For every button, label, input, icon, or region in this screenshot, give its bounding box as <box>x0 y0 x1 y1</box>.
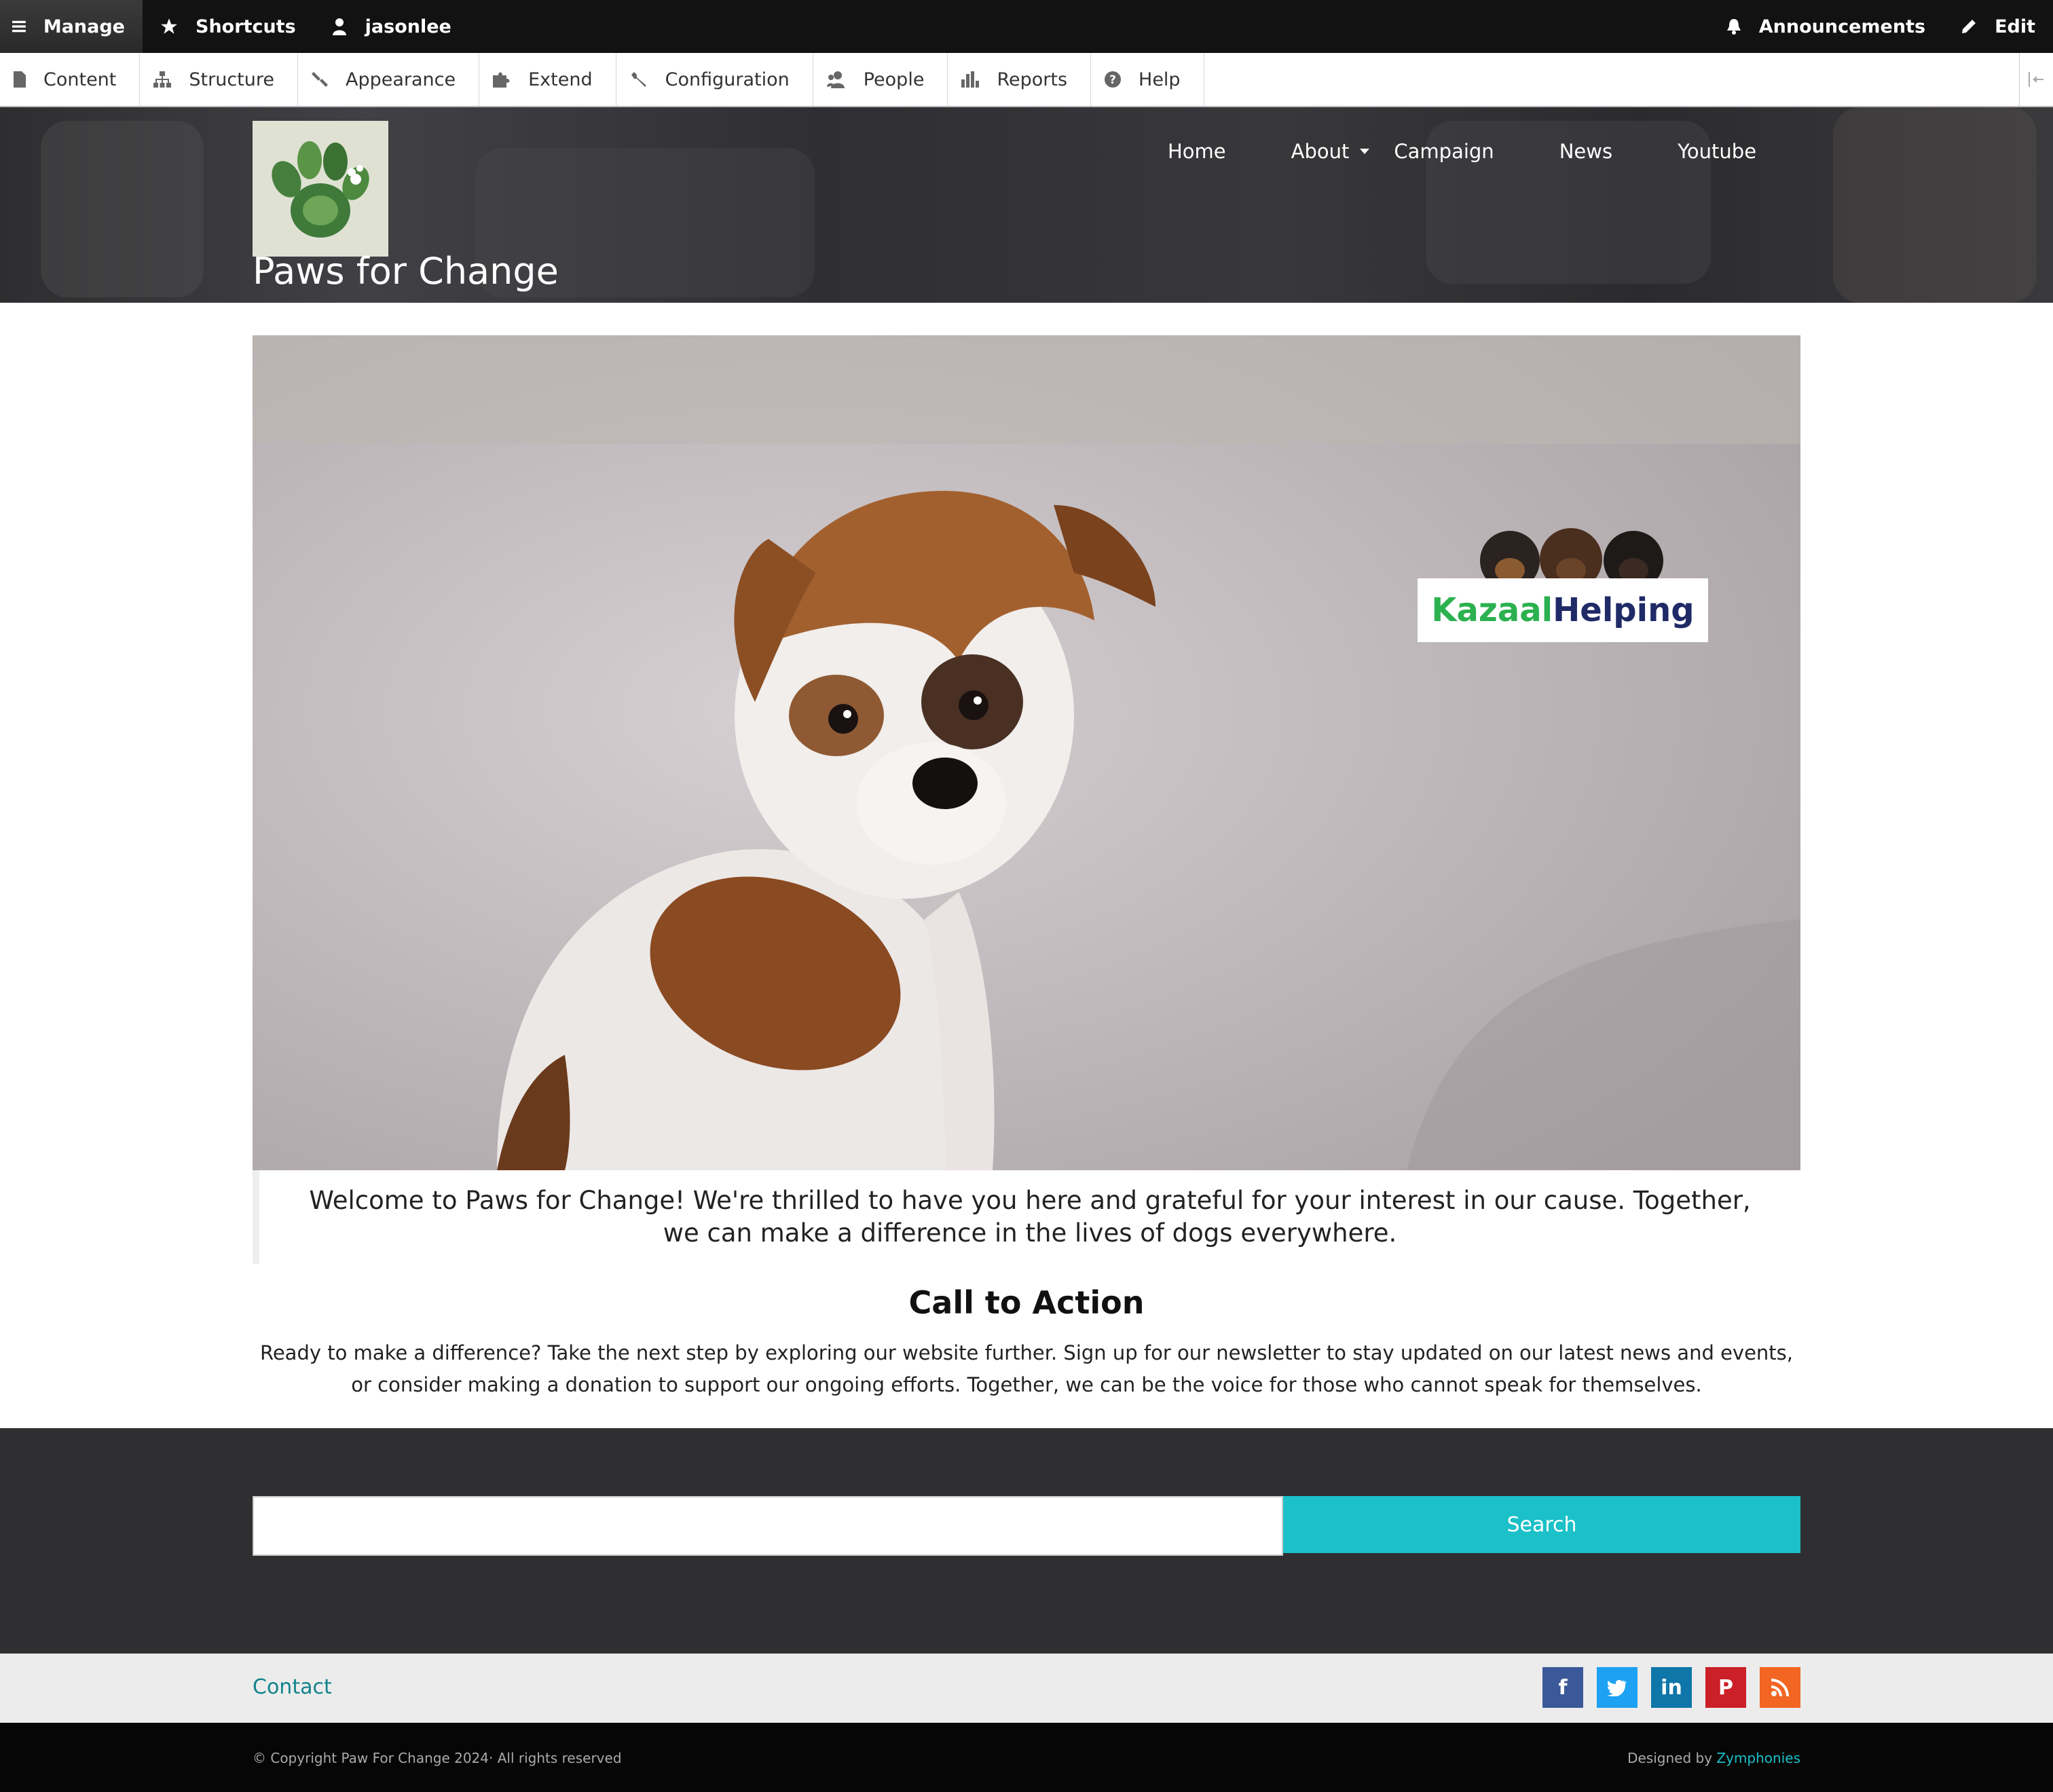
tray-item-label: Content <box>43 69 117 90</box>
twitter-bird-icon <box>1607 1679 1627 1696</box>
wrench-icon <box>631 72 646 87</box>
nav-youtube[interactable]: Youtube <box>1678 140 1756 163</box>
designer-link[interactable]: Zymphonies <box>1716 1750 1800 1766</box>
cta-paragraph: Ready to make a difference? Take the nex… <box>259 1341 1794 1396</box>
kazaal-helping-badge: Kazaal Helping <box>1418 516 1708 642</box>
user-label: jasonlee <box>365 16 451 37</box>
svg-text:?: ? <box>1109 73 1116 87</box>
welcome-text: Welcome to Paws for Change! We're thrill… <box>309 1186 1751 1248</box>
facebook-icon[interactable]: f <box>1542 1667 1583 1708</box>
site-name[interactable]: Paws for Change <box>253 250 559 293</box>
linkedin-icon[interactable]: in <box>1651 1667 1692 1708</box>
kazaal-logo-text: Kazaal Helping <box>1418 578 1708 642</box>
designed-by-label: Designed by <box>1627 1750 1713 1766</box>
footer-search-region: Search <box>0 1428 2053 1654</box>
tray-item-label: Structure <box>189 69 274 90</box>
shortcuts-button[interactable]: Shortcuts <box>143 0 314 53</box>
nav-about-label: About <box>1291 140 1350 163</box>
tray-item-structure[interactable]: Structure <box>140 53 298 106</box>
tray-item-label: Extend <box>528 69 593 90</box>
tray-item-content[interactable]: Content <box>0 53 141 106</box>
chevron-down-icon <box>1360 149 1370 154</box>
rss-feed-icon <box>1771 1679 1789 1696</box>
tray-item-label: Help <box>1139 69 1181 90</box>
puppy-photo <box>253 335 1800 1170</box>
designed-by: Designed by Zymphonies <box>1627 1750 1800 1766</box>
search-button[interactable]: Search <box>1283 1496 1800 1553</box>
twitter-icon[interactable] <box>1597 1667 1638 1708</box>
social-links: f in P <box>1542 1667 1800 1708</box>
tray-item-help[interactable]: ? Help <box>1091 53 1204 106</box>
pencil-icon <box>1962 20 1976 33</box>
tray-item-configuration[interactable]: Configuration <box>616 53 813 106</box>
file-icon <box>14 71 26 88</box>
nav-news[interactable]: News <box>1559 140 1612 163</box>
hero-image: Kazaal Helping <box>253 335 1800 1170</box>
admin-tray: Content Structure Appearance Extend Conf… <box>0 53 2053 107</box>
star-icon <box>161 18 177 34</box>
footer-bottom-bar: © Copyright Paw For Change 2024· All rig… <box>0 1723 2053 1792</box>
bell-icon <box>1726 19 1741 35</box>
tray-item-reports[interactable]: Reports <box>948 53 1092 106</box>
nav-home[interactable]: Home <box>1168 140 1226 163</box>
user-icon <box>332 18 346 35</box>
people-icon <box>826 71 845 88</box>
edit-label: Edit <box>1995 16 2035 37</box>
cta-heading: Call to Action <box>908 1284 1145 1321</box>
helping-text: Helping <box>1553 591 1695 629</box>
edit-button[interactable]: Edit <box>1943 0 2053 53</box>
tray-item-label: People <box>863 69 925 90</box>
announcements-button[interactable]: Announcements <box>1709 0 1943 53</box>
main-navigation: Home About Campaign News Youtube <box>1168 140 1756 163</box>
nav-about[interactable]: About <box>1291 140 1371 163</box>
collapse-icon <box>2028 72 2043 87</box>
search-input[interactable] <box>253 1496 1283 1556</box>
manage-button[interactable]: Manage <box>0 0 143 53</box>
kazaal-text: Kazaal <box>1431 591 1553 629</box>
tray-item-label: Reports <box>997 69 1068 90</box>
user-button[interactable]: jasonlee <box>314 0 469 53</box>
paw-leaf-logo-icon <box>272 141 369 238</box>
nav-campaign[interactable]: Campaign <box>1394 140 1494 163</box>
shortcuts-label: Shortcuts <box>196 16 296 37</box>
site-header: Paws for Change Home About Campaign News… <box>0 107 2053 303</box>
tray-orientation-toggle[interactable] <box>2019 53 2053 106</box>
footer-links-region: Contact f in P <box>0 1654 2053 1723</box>
header-background-shape <box>41 121 204 297</box>
tray-item-people[interactable]: People <box>813 53 948 106</box>
puzzle-icon <box>493 72 510 88</box>
contact-link[interactable]: Contact <box>253 1675 332 1699</box>
announcements-label: Announcements <box>1758 16 1926 37</box>
hamburger-icon <box>12 20 26 33</box>
site-logo[interactable] <box>253 121 388 257</box>
copyright-text: © Copyright Paw For Change 2024· All rig… <box>253 1750 622 1766</box>
help-icon: ? <box>1105 71 1122 88</box>
tray-item-appearance[interactable]: Appearance <box>298 53 480 106</box>
header-background-shape <box>1833 107 2037 303</box>
tray-item-label: Configuration <box>665 69 790 90</box>
welcome-blockquote: Welcome to Paws for Change! We're thrill… <box>253 1170 1800 1264</box>
brush-icon <box>312 72 328 87</box>
tray-item-label: Appearance <box>346 69 456 90</box>
admin-toolbar: Manage Shortcuts jasonlee Announcements … <box>0 0 2053 53</box>
manage-label: Manage <box>43 16 125 37</box>
sitemap-icon <box>153 71 172 88</box>
bar-chart-icon <box>961 71 980 88</box>
rss-icon[interactable] <box>1760 1667 1800 1708</box>
tray-item-extend[interactable]: Extend <box>479 53 616 106</box>
pinterest-icon[interactable]: P <box>1705 1667 1746 1708</box>
